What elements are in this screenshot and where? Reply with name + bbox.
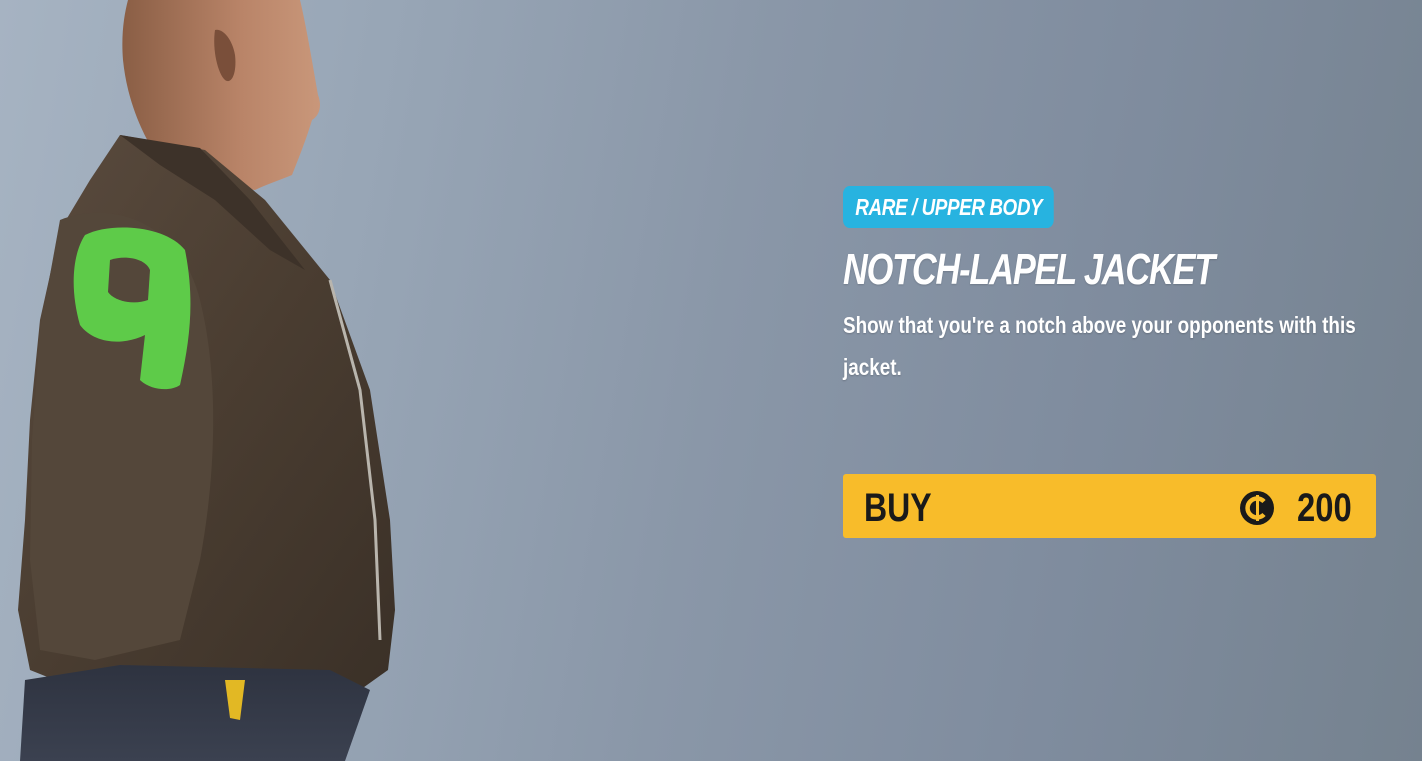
buy-label: BUY <box>864 486 932 530</box>
buy-button[interactable]: BUY 200 <box>843 474 1376 538</box>
item-description: Show that you're a notch above your oppo… <box>843 312 1356 380</box>
item-title: NOTCH-LAPEL JACKET <box>843 245 1215 294</box>
character-model <box>18 0 395 761</box>
price-value: 200 <box>1297 486 1352 530</box>
rarity-badge: RARE / UPPER BODY <box>843 186 1054 228</box>
item-info-panel: RARE / UPPER BODY NOTCH-LAPEL JACKET Sho… <box>843 186 1376 388</box>
price-group: 200 <box>1239 482 1352 534</box>
coin-icon <box>1240 491 1275 525</box>
character-preview[interactable] <box>0 0 560 761</box>
